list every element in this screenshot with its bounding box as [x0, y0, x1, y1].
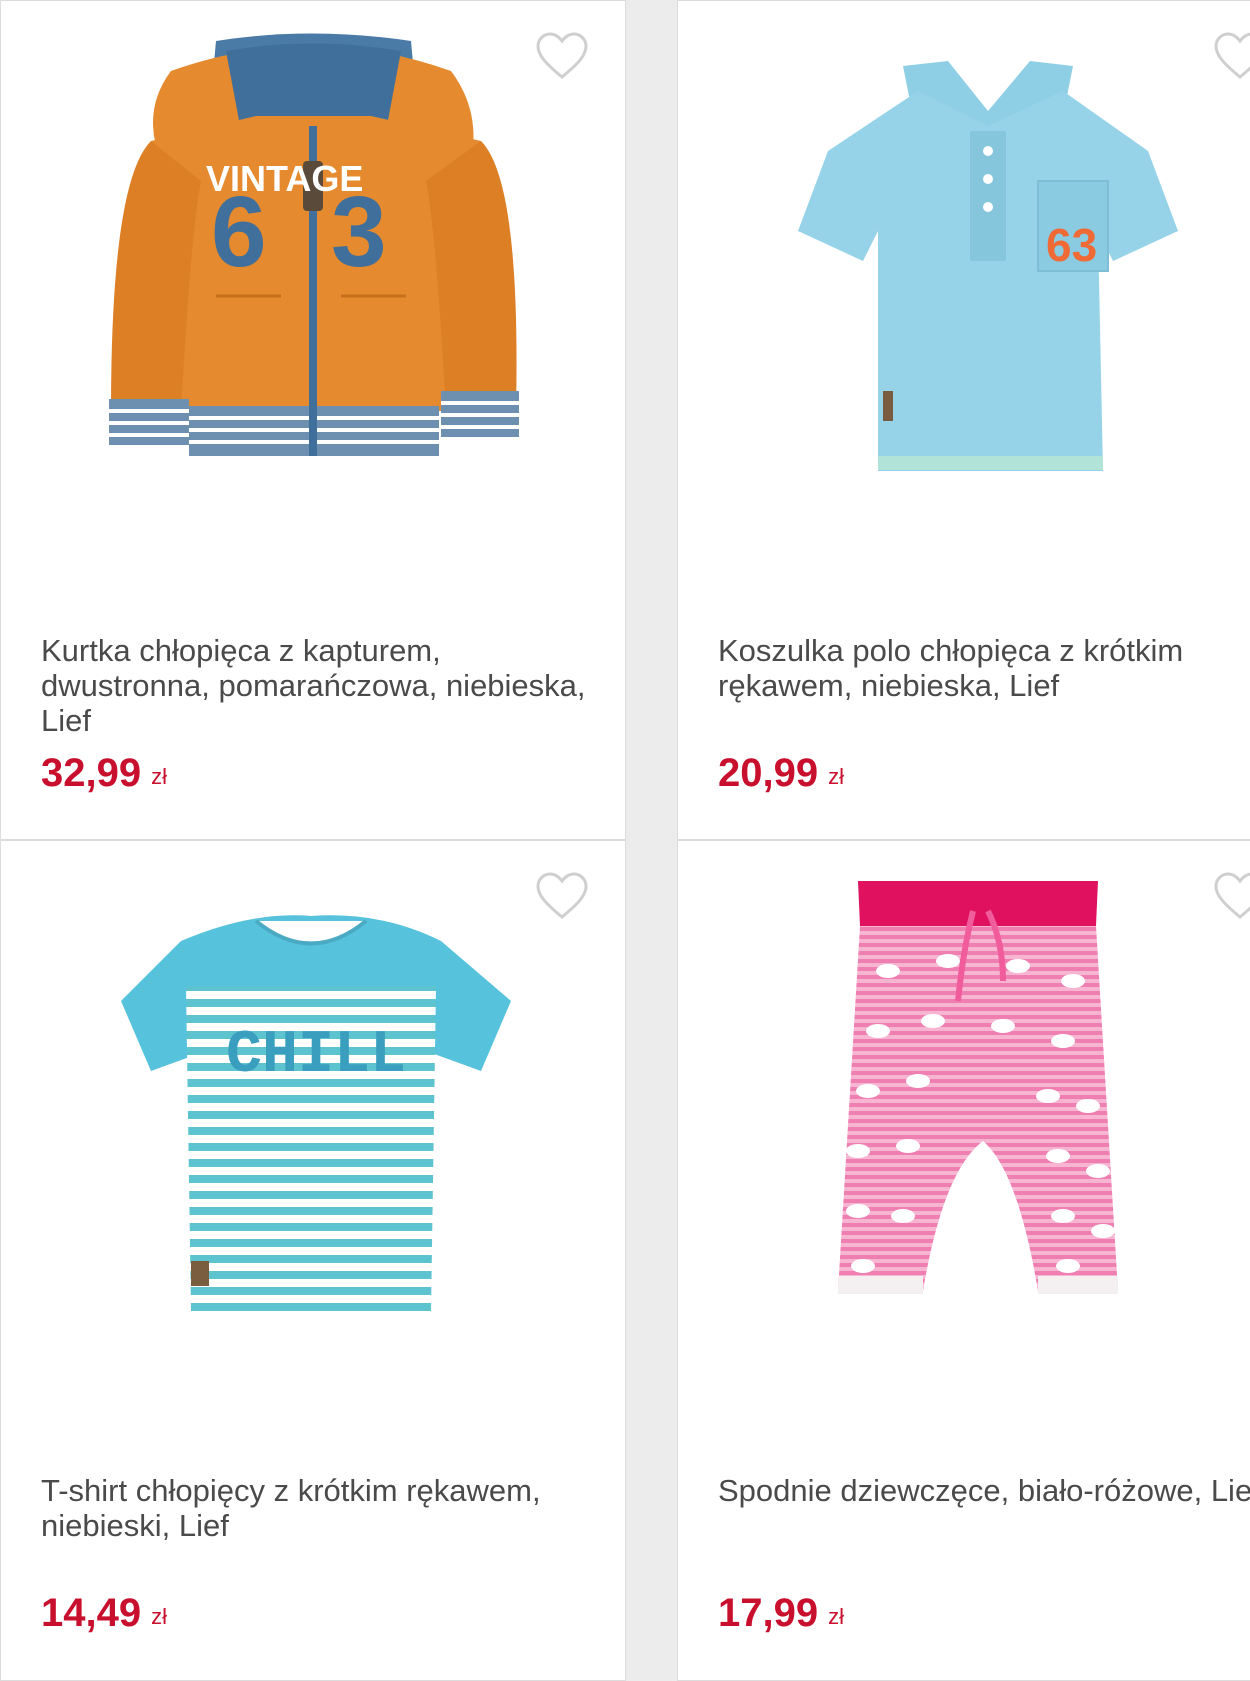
- price-currency: zł: [151, 764, 167, 789]
- price-value: 17,99: [718, 1591, 819, 1635]
- product-price: 20,99 zł: [718, 751, 844, 796]
- product-title[interactable]: Spodnie dziewczęce, biało-różowe, Lief: [718, 1473, 1250, 1508]
- product-image[interactable]: VINTAGE 6 3: [41, 31, 591, 491]
- svg-text:63: 63: [1046, 219, 1097, 271]
- blue-polo-image: 63: [798, 61, 1178, 471]
- striped-tshirt-image: CHILL: [121, 915, 511, 1311]
- pink-pants-image: [838, 881, 1118, 1294]
- product-price: 32,99 zł: [41, 751, 167, 796]
- price-value: 14,49: [41, 1591, 142, 1635]
- product-card[interactable]: Spodnie dziewczęce, biało-różowe, Lief 1…: [677, 840, 1250, 1681]
- price-value: 20,99: [718, 751, 819, 795]
- product-price: 17,99 zł: [718, 1591, 844, 1636]
- price-currency: zł: [151, 1604, 167, 1629]
- product-image[interactable]: [718, 871, 1250, 1331]
- product-title[interactable]: Koszulka polo chłopięca z krótkim rękawe…: [718, 633, 1250, 703]
- svg-text:CHILL: CHILL: [226, 1022, 406, 1090]
- product-price: 14,49 zł: [41, 1591, 167, 1636]
- price-value: 32,99: [41, 751, 142, 795]
- product-card[interactable]: CHILL T-shirt chłopięcy z krótkim rękawe…: [0, 840, 626, 1681]
- price-currency: zł: [828, 764, 844, 789]
- product-card[interactable]: VINTAGE 6 3 Kurtka chłopięca z kapturem,…: [0, 0, 626, 840]
- product-grid: VINTAGE 6 3 Kurtka chłopięca z kapturem,…: [0, 0, 1250, 1681]
- product-title[interactable]: Kurtka chłopięca z kapturem, dwustronna,…: [41, 633, 601, 738]
- product-card[interactable]: 63 Koszulka polo chłopięca z krótkim ręk…: [677, 0, 1250, 840]
- product-image[interactable]: CHILL: [41, 871, 591, 1331]
- price-currency: zł: [828, 1604, 844, 1629]
- svg-text:6: 6: [211, 176, 267, 288]
- orange-hoodie-image: VINTAGE 6 3: [109, 33, 519, 456]
- product-image[interactable]: 63: [718, 31, 1250, 491]
- product-title[interactable]: T-shirt chłopięcy z krótkim rękawem, nie…: [41, 1473, 601, 1543]
- svg-text:3: 3: [331, 176, 387, 288]
